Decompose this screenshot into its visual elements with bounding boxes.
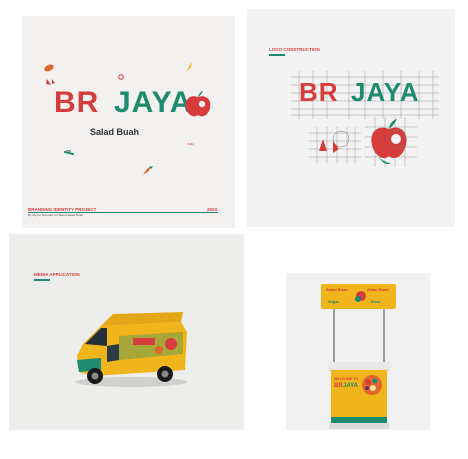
- panel-logo-construction: LOGO CONSTRUCTION BR JAYA: [247, 9, 455, 227]
- panel-booth: Salad Buah Segar Salad Buah Enak WELCOME…: [249, 234, 457, 430]
- section-heading: LOGO CONSTRUCTION: [269, 47, 320, 52]
- pole-right: [383, 309, 385, 362]
- footer-sub: By Reyne Nouvelle for Brand Salad Buah: [28, 213, 84, 217]
- fruit-bowl-icon: [362, 375, 382, 395]
- header-fruit-icon: [355, 291, 366, 302]
- heading-underline: [34, 279, 50, 281]
- panel-media-application: MEDIA APPLICATION: [9, 234, 244, 430]
- footer-divider: [28, 212, 218, 213]
- delivery-van: [75, 312, 187, 387]
- pole-left: [333, 309, 335, 362]
- brand-part2: JAYA: [114, 86, 193, 119]
- welcome-text: WELCOME TO: [334, 377, 359, 381]
- counter-base: [329, 423, 389, 429]
- subtitle: Salad Buah: [90, 127, 140, 137]
- panel-cover: BR JAYA Salad Buah Sqfig BRANDING IDENTI…: [22, 16, 235, 228]
- leaf-decor-icon: [143, 166, 153, 175]
- decor-strawberry-icon: [44, 64, 54, 72]
- signature: Sqfig: [187, 142, 194, 146]
- decor-banana-icon: [186, 62, 192, 71]
- brand-part2-booth: JAYA: [343, 383, 358, 389]
- sign-left-bottom: Segar: [328, 299, 340, 304]
- brand-part1: BR: [54, 86, 100, 119]
- sign-left-top: Salad Buah: [326, 287, 348, 292]
- heading-underline: [269, 54, 285, 56]
- apple-icon: [185, 91, 211, 117]
- brand-part1-booth: BR: [334, 383, 343, 389]
- sign-right-bottom: Enak: [371, 299, 381, 304]
- decor-ring-icon: [118, 74, 124, 80]
- brand-part1-construction: BR: [299, 77, 339, 107]
- counter-top: [329, 362, 389, 370]
- drop-construction-grid: [309, 127, 361, 163]
- apple-construction-icon: [365, 117, 417, 167]
- sign-right-top: Salad Buah: [367, 287, 389, 292]
- grape-icon: [63, 150, 75, 156]
- section-heading: MEDIA APPLICATION: [34, 272, 80, 277]
- brand-part2-construction: JAYA: [351, 77, 420, 107]
